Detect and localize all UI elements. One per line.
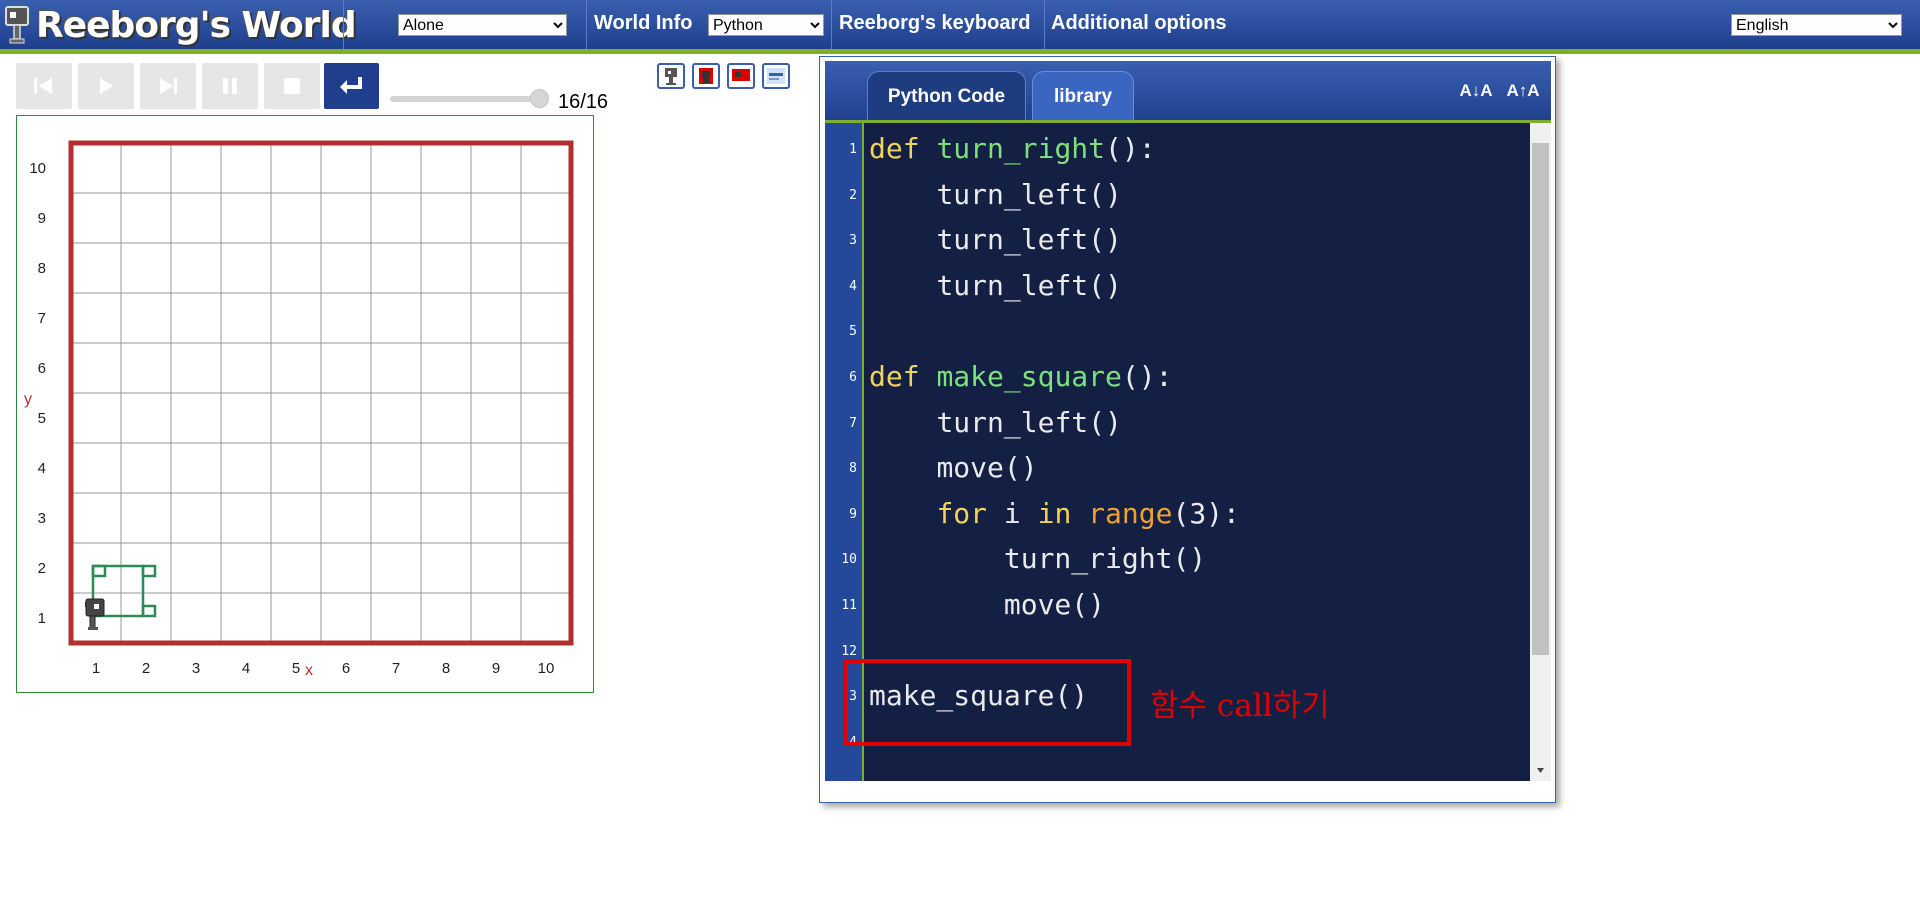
step-button[interactable] — [140, 63, 196, 109]
speed-slider-track[interactable] — [390, 96, 542, 102]
reeborg-keyboard-button[interactable]: Reeborg's keyboard — [839, 12, 1030, 35]
y-tick-label: 6 — [38, 360, 46, 377]
line-number: 11 — [841, 598, 857, 613]
glasses-icon — [767, 68, 785, 84]
reload-button[interactable] — [324, 63, 379, 109]
code-line[interactable]: turn_left() — [869, 224, 1121, 256]
header-divider — [831, 0, 832, 49]
line-number: 6 — [849, 370, 857, 385]
line-number: 2 — [849, 187, 857, 203]
header-divider — [1044, 0, 1045, 49]
line-number: 4 — [849, 278, 857, 294]
line-number: 3 — [849, 233, 857, 249]
watch-variables-button[interactable] — [762, 63, 790, 89]
y-tick-label: 7 — [38, 310, 46, 327]
line-number: 7 — [849, 415, 857, 431]
run-button[interactable] — [78, 63, 134, 109]
stop-icon — [284, 78, 300, 94]
tab-python-code[interactable]: Python Code — [867, 71, 1026, 123]
code-line[interactable]: turn_left() — [869, 178, 1121, 211]
programming-language-select[interactable]: Python — [708, 14, 824, 36]
highlight-button[interactable] — [727, 63, 755, 89]
y-tick-label: 2 — [38, 560, 46, 577]
editor-scroll-thumb[interactable] — [1532, 143, 1549, 655]
tab-library[interactable]: library — [1032, 71, 1134, 123]
x-tick-label: 3 — [192, 660, 200, 677]
line-number: 9 — [849, 506, 857, 522]
world-edit-button[interactable] — [692, 63, 720, 89]
line-number: 12 — [841, 643, 857, 659]
reverse-step-button[interactable] — [16, 63, 72, 109]
robot-view-button[interactable] — [657, 63, 685, 89]
step-counter: 16/16 — [558, 91, 609, 113]
code-line[interactable]: move() — [869, 589, 1105, 621]
y-tick-label: 3 — [38, 510, 46, 527]
flag-icon — [732, 69, 750, 81]
speed-slider-handle[interactable] — [530, 89, 549, 108]
x-tick-label: 7 — [392, 660, 400, 677]
app-logo: Reeborg's World — [4, 3, 357, 47]
scroll-down-icon — [1537, 768, 1544, 773]
skip-forward-icon — [160, 78, 177, 94]
reeborg-robot — [85, 598, 105, 630]
x-tick-label: 9 — [492, 660, 500, 677]
increase-font-button[interactable]: A↑A — [1502, 72, 1544, 110]
x-tick-label: 6 — [342, 660, 350, 677]
y-tick-label: 10 — [29, 160, 46, 177]
x-tick-label: 4 — [242, 660, 250, 677]
code-line[interactable]: turn_left() — [869, 269, 1121, 302]
skip-back-icon — [34, 78, 52, 94]
world-canvas[interactable]: 1 2 3 4 5 6 7 8 9 10 1 2 3 4 5 6 7 8 9 10 y x — [16, 115, 594, 693]
x-tick-label: 1 — [92, 660, 100, 677]
y-axis-label: y — [24, 391, 32, 408]
ui-language-select[interactable]: English — [1731, 14, 1902, 36]
line-number: 5 — [849, 324, 857, 340]
world-info-button[interactable]: World Info — [594, 12, 693, 35]
x-tick-label: 5 — [292, 660, 300, 677]
code-line[interactable]: def turn_right(): — [869, 133, 1156, 165]
x-tick-label: 8 — [442, 660, 450, 677]
line-number: 8 — [849, 461, 857, 477]
y-tick-label: 8 — [38, 260, 46, 277]
header-divider — [586, 0, 587, 49]
header-divider — [343, 0, 344, 49]
mode-select[interactable]: Alone — [398, 14, 567, 36]
header-accent-line — [0, 49, 1920, 54]
annotation-text: 함수 call하기 — [1150, 688, 1330, 724]
y-tick-label: 5 — [38, 410, 46, 427]
return-icon — [340, 77, 362, 94]
robot-edit-icon — [699, 68, 713, 84]
pause-icon — [223, 78, 237, 94]
x-tick-label: 10 — [538, 660, 555, 677]
y-tick-label: 1 — [38, 610, 46, 627]
x-tick-label: 2 — [142, 660, 150, 677]
y-tick-label: 9 — [38, 210, 46, 227]
line-number: 1 — [849, 142, 857, 157]
x-axis-label: x — [305, 662, 313, 679]
play-icon — [100, 78, 113, 94]
code-line[interactable]: turn_right() — [869, 543, 1206, 575]
app-title: Reeborg's World — [36, 4, 357, 46]
annotation-highlight-box — [843, 659, 1131, 746]
robot-icon — [665, 68, 677, 85]
code-line[interactable]: def make_square(): — [869, 361, 1172, 393]
reeborg-logo-icon — [5, 6, 29, 44]
pause-button[interactable] — [202, 63, 258, 109]
code-line[interactable]: move() — [869, 452, 1037, 484]
stop-button[interactable] — [264, 63, 320, 109]
additional-options-button[interactable]: Additional options — [1051, 12, 1227, 35]
line-number: 10 — [841, 552, 857, 568]
decrease-font-button[interactable]: A↓A — [1455, 72, 1497, 110]
code-line[interactable]: for i in range(3): — [869, 497, 1239, 530]
code-line[interactable]: turn_left() — [869, 406, 1121, 439]
y-tick-label: 4 — [38, 460, 46, 477]
